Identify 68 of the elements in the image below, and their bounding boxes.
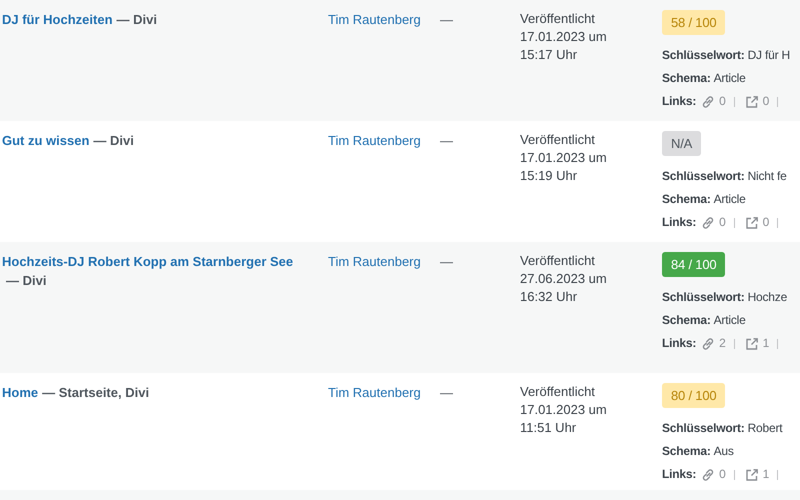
external-link-count: 0 bbox=[762, 214, 770, 231]
schema-label: Schema: bbox=[662, 70, 711, 87]
chain-link-icon bbox=[701, 94, 716, 108]
external-link-count: 1 bbox=[762, 335, 770, 352]
schema-value: Article bbox=[714, 312, 746, 329]
keyword-value: DJ für H bbox=[748, 47, 790, 64]
chain-link-icon bbox=[701, 336, 716, 350]
external-link-icon bbox=[744, 336, 759, 350]
author-link[interactable]: Tim Rautenberg bbox=[328, 133, 421, 148]
author-link[interactable]: Tim Rautenberg bbox=[328, 254, 421, 269]
empty-cell: — bbox=[440, 385, 453, 400]
post-state: — Startseite, Divi bbox=[42, 384, 150, 402]
schema-label: Schema: bbox=[662, 443, 711, 460]
post-title-link[interactable]: Hochzeits-DJ Robert Kopp am Starnberger See bbox=[2, 254, 294, 269]
links-label: Links: bbox=[662, 335, 696, 352]
post-state: — Divi bbox=[93, 132, 134, 150]
time-text: 15:17 Uhr bbox=[520, 46, 578, 64]
keyword-label: Schlüsselwort: bbox=[662, 168, 745, 185]
date-text: 17.01.2023 um bbox=[520, 149, 607, 167]
schema-label: Schema: bbox=[662, 312, 711, 329]
seo-score-badge: 84 / 100 bbox=[662, 252, 726, 277]
post-title-link[interactable]: Home bbox=[2, 385, 38, 400]
post-title-link[interactable]: DJ für Hochzeiten bbox=[2, 12, 113, 27]
keyword-label: Schlüsselwort: bbox=[662, 289, 745, 306]
schema-value: Aus bbox=[714, 443, 734, 460]
seo-score-badge: 80 / 100 bbox=[662, 383, 726, 408]
external-link-icon bbox=[744, 94, 759, 108]
time-text: 11:51 Uhr bbox=[520, 419, 576, 437]
empty-cell: — bbox=[440, 12, 453, 27]
chain-link-icon bbox=[701, 216, 716, 230]
status-text: Veröffentlicht bbox=[520, 10, 595, 28]
keyword-label: Schlüsselwort: bbox=[662, 47, 745, 64]
keyword-value: Nicht fe bbox=[748, 168, 787, 185]
schema-value: Article bbox=[714, 70, 746, 87]
time-text: 15:19 Uhr bbox=[520, 167, 578, 185]
seo-score-badge: N/A bbox=[662, 131, 702, 156]
internal-link-count: 0 bbox=[719, 93, 726, 110]
date-text: 17.01.2023 um bbox=[520, 28, 607, 46]
empty-cell: — bbox=[440, 133, 453, 148]
internal-link-count: 0 bbox=[719, 466, 726, 483]
date-text: 27.06.2023 um bbox=[520, 270, 607, 288]
post-title-link[interactable]: Gut zu wissen bbox=[2, 133, 90, 148]
author-link[interactable]: Tim Rautenberg bbox=[328, 12, 421, 27]
post-state: — Divi bbox=[116, 11, 157, 29]
external-link-icon bbox=[744, 468, 759, 482]
post-state: — Divi bbox=[6, 272, 46, 290]
status-text: Veröffentlicht bbox=[520, 131, 595, 149]
links-label: Links: bbox=[662, 93, 696, 110]
external-link-count: 0 bbox=[762, 93, 770, 110]
author-link[interactable]: Tim Rautenberg bbox=[328, 385, 421, 400]
schema-value: Article bbox=[714, 191, 746, 208]
internal-link-count: 0 bbox=[719, 214, 726, 231]
status-text: Veröffentlicht bbox=[520, 383, 595, 401]
internal-link-count: 2 bbox=[719, 335, 726, 352]
chain-link-icon bbox=[701, 468, 716, 482]
seo-score-badge: 58 / 100 bbox=[662, 10, 726, 35]
links-label: Links: bbox=[662, 466, 696, 483]
empty-cell: — bbox=[440, 254, 453, 269]
external-link-count: 1 bbox=[762, 466, 770, 483]
external-link-icon bbox=[744, 216, 759, 230]
date-text: 17.01.2023 um bbox=[520, 401, 607, 419]
keyword-label: Schlüsselwort: bbox=[662, 420, 745, 437]
time-text: 16:32 Uhr bbox=[520, 288, 578, 306]
links-label: Links: bbox=[662, 214, 696, 231]
schema-label: Schema: bbox=[662, 191, 711, 208]
status-text: Veröffentlicht bbox=[520, 252, 595, 270]
keyword-value: Robert bbox=[748, 420, 782, 437]
keyword-value: Hochze bbox=[748, 289, 788, 306]
